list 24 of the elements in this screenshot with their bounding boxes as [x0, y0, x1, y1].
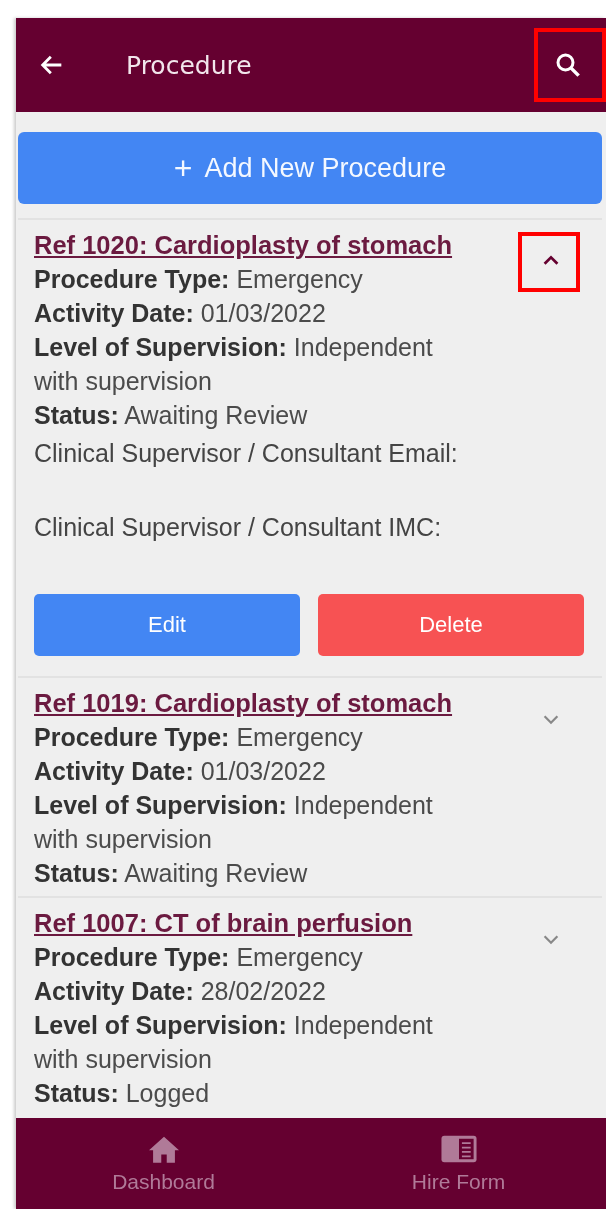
- nav-tab[interactable]: Dashboard: [16, 1118, 311, 1209]
- procedure-link[interactable]: Ref 1020: Cardioplasty of stomach: [34, 228, 453, 262]
- panel-icon: [439, 1133, 478, 1164]
- field-text: Status: Awaiting Review: [34, 400, 309, 431]
- edit-button[interactable]: Edit: [34, 594, 300, 656]
- detail-label: Clinical Supervisor / Consultant IMC:: [34, 512, 443, 543]
- field-text: Procedure Type: Emergency: [34, 722, 364, 753]
- nav-tab[interactable]: Hire Form: [311, 1118, 606, 1209]
- field-text: Level of Supervision: Independent with supervision: [34, 332, 434, 397]
- procedure-link[interactable]: Ref 1019: Cardioplasty of stomach: [34, 686, 453, 720]
- field-text: Procedure Type: Emergency: [34, 942, 364, 973]
- delete-button[interactable]: Delete: [318, 594, 584, 656]
- field-text: Procedure Type: Emergency: [34, 264, 364, 295]
- field-text: Status: Logged: [34, 1078, 211, 1109]
- screen-title: Procedure: [126, 50, 253, 80]
- field-text: Activity Date: 01/03/2022: [34, 756, 327, 787]
- field-text: Level of Supervision: Independent with supervision: [34, 1010, 434, 1075]
- detail-label: Clinical Supervisor / Consultant Email:: [34, 438, 459, 469]
- add-procedure-button[interactable]: + Add New Procedure: [18, 132, 602, 204]
- field-text: Activity Date: 01/03/2022: [34, 298, 327, 329]
- field-text: Activity Date: 28/02/2022: [34, 976, 327, 1007]
- field-text: Status: Awaiting Review: [34, 858, 309, 889]
- field-text: Level of Supervision: Independent with supervision: [34, 790, 434, 855]
- procedure-link[interactable]: Ref 1007: CT of brain perfusion: [34, 906, 413, 940]
